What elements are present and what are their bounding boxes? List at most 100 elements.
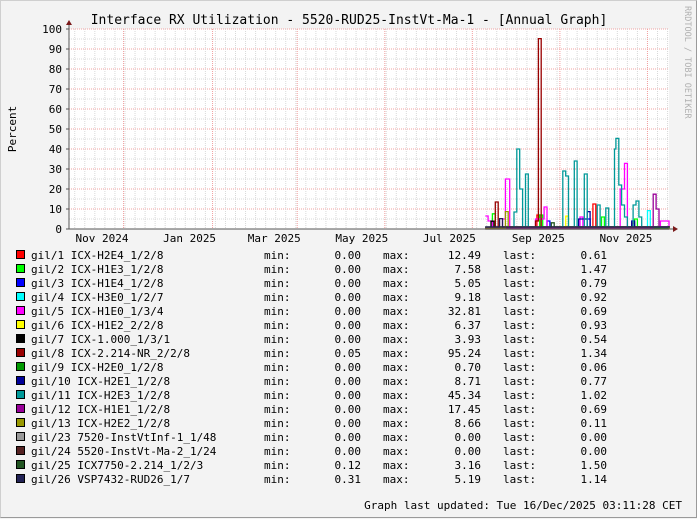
legend-max-value: 8.66 <box>455 417 482 430</box>
legend-name: gil/3 ICX-H1E4_1/2/8 <box>31 277 163 290</box>
legend-max-value: 0.00 <box>455 431 482 444</box>
legend-max-label: max: <box>383 305 410 318</box>
x-tick-label: Jul 2025 <box>423 232 476 245</box>
legend-max-value: 6.37 <box>455 319 482 332</box>
legend-swatch <box>16 474 25 483</box>
legend-min-label: min: <box>264 249 291 262</box>
watermark: RRDTOOL / TOBI OETIKER <box>682 6 692 119</box>
legend-last-label: last: <box>503 277 536 290</box>
legend-min-value: 0.00 <box>335 417 362 430</box>
legend-name: gil/12 ICX-H1E1_1/2/8 <box>31 403 170 416</box>
y-tick-label: 80 <box>49 63 62 76</box>
legend-min-value: 0.12 <box>335 459 362 472</box>
legend-min-value: 0.00 <box>335 305 362 318</box>
legend-swatch <box>16 334 25 343</box>
legend-last-value: 1.50 <box>581 459 608 472</box>
legend-last-label: last: <box>503 417 536 430</box>
legend-swatch <box>16 348 25 357</box>
legend-row: gil/2 ICX-H1E3_1/2/8 min: 0.00 max: 7.58 last… <box>16 263 608 276</box>
legend-last-label: last: <box>503 403 536 416</box>
legend-min-value: 0.00 <box>335 249 362 262</box>
x-ticks: Nov 2024 Jan 2025 Mar 2025 May 2025 Jul 2025… <box>76 232 653 245</box>
legend-last-label: last: <box>503 319 536 332</box>
legend-last-value: 0.79 <box>581 277 608 290</box>
legend-name: gil/5 ICX-H1E0_1/3/4 <box>31 305 164 318</box>
legend-last-label: last: <box>503 473 536 486</box>
legend-max-value: 45.34 <box>448 389 481 402</box>
rrd-graph: Interface RX Utilization - 5520-RUD25-In… <box>0 0 697 518</box>
y-tick-label: 100 <box>42 23 62 36</box>
legend-min-label: min: <box>264 291 291 304</box>
legend-min-label: min: <box>264 431 291 444</box>
legend-min-label: min: <box>264 277 291 290</box>
y-ticks: 0 10 20 30 40 50 60 70 80 90 100 <box>42 23 69 236</box>
legend-swatch <box>16 362 25 371</box>
legend-max-label: max: <box>383 417 410 430</box>
y-tick-label: 30 <box>49 163 62 176</box>
legend-max-label: max: <box>383 375 410 388</box>
x-tick-label: May 2025 <box>335 232 388 245</box>
legend-row: gil/12 ICX-H1E1_1/2/8 min: 0.00 max: 17.45 la… <box>16 403 608 416</box>
legend-last-value: 1.47 <box>581 263 608 276</box>
legend-max-value: 17.45 <box>448 403 481 416</box>
legend-min-value: 0.00 <box>335 319 362 332</box>
legend-last-value: 1.14 <box>581 473 608 486</box>
legend-min-value: 0.00 <box>335 361 362 374</box>
legend-row: gil/26 VSP7432-RUD26_1/7 min: 0.31 max: 5.19… <box>16 473 608 486</box>
legend-min-value: 0.00 <box>335 431 362 444</box>
last-updated: Graph last updated: Tue 16/Dec/2025 03:1… <box>364 499 682 512</box>
legend-min-label: min: <box>264 417 291 430</box>
legend-name: gil/10 ICX-H2E1_1/2/8 <box>31 375 170 388</box>
legend-name: gil/6 ICX-H1E2_2/2/8 <box>31 319 163 332</box>
legend-min-label: min: <box>264 319 291 332</box>
legend-swatch <box>16 376 25 385</box>
legend-name: gil/8 ICX-2.214-NR_2/2/8 <box>31 347 190 360</box>
legend-last-label: last: <box>503 375 536 388</box>
legend-max-label: max: <box>383 249 410 262</box>
x-tick-label: Nov 2024 <box>76 232 129 245</box>
legend-max-value: 9.18 <box>455 291 482 304</box>
y-tick-label: 40 <box>49 143 62 156</box>
legend-max-label: max: <box>383 459 410 472</box>
legend-row: gil/8 ICX-2.214-NR_2/2/8 min: 0.05 max: 95.2… <box>16 347 607 360</box>
legend-max-label: max: <box>383 291 410 304</box>
y-tick-label: 90 <box>49 43 62 56</box>
chart-title: Interface RX Utilization - 5520-RUD25-In… <box>91 13 608 28</box>
x-tick-label: Mar 2025 <box>248 232 301 245</box>
legend-last-value: 0.93 <box>581 319 608 332</box>
legend-last-value: 0.77 <box>581 375 608 388</box>
legend-last-value: 0.69 <box>581 403 608 416</box>
legend-max-value: 32.81 <box>448 305 481 318</box>
legend-max-label: max: <box>383 263 410 276</box>
legend-row: gil/4 ICX-H3E0_1/2/7 min: 0.00 max: 9.18 last… <box>16 291 608 304</box>
legend-min-label: min: <box>264 263 291 276</box>
legend-swatch <box>16 250 25 259</box>
legend-name: gil/2 ICX-H1E3_1/2/8 <box>31 263 163 276</box>
legend-last-label: last: <box>503 263 536 276</box>
legend-last-value: 0.92 <box>581 291 608 304</box>
legend-min-value: 0.00 <box>335 263 362 276</box>
legend-last-label: last: <box>503 431 536 444</box>
x-tick-label: Nov 2025 <box>599 232 652 245</box>
legend-max-value: 3.16 <box>455 459 482 472</box>
legend-swatch <box>16 460 25 469</box>
legend-row: gil/3 ICX-H1E4_1/2/8 min: 0.00 max: 5.05 last… <box>16 277 608 290</box>
legend-swatch <box>16 390 25 399</box>
legend-name: gil/7 ICX-1.000_1/3/1 <box>31 333 170 346</box>
legend-name: gil/13 ICX-H2E2_1/2/8 <box>31 417 170 430</box>
y-tick-label: 50 <box>49 123 62 136</box>
legend-last-label: last: <box>503 445 536 458</box>
y-tick-label: 70 <box>49 83 62 96</box>
legend-last-value: 1.02 <box>581 389 608 402</box>
legend-max-label: max: <box>383 431 410 444</box>
legend-max-label: max: <box>383 319 410 332</box>
legend-row: gil/23 7520-InstVtInf-1_1/48 min: 0.00 max:… <box>16 431 607 444</box>
legend-last-label: last: <box>503 347 536 360</box>
grid <box>69 28 669 229</box>
y-tick-label: 60 <box>49 103 62 116</box>
legend-last-value: 0.54 <box>581 333 608 346</box>
legend-last-label: last: <box>503 361 536 374</box>
legend-min-value: 0.00 <box>335 389 362 402</box>
legend-min-label: min: <box>264 403 291 416</box>
x-axis-arrow-icon <box>673 226 678 232</box>
